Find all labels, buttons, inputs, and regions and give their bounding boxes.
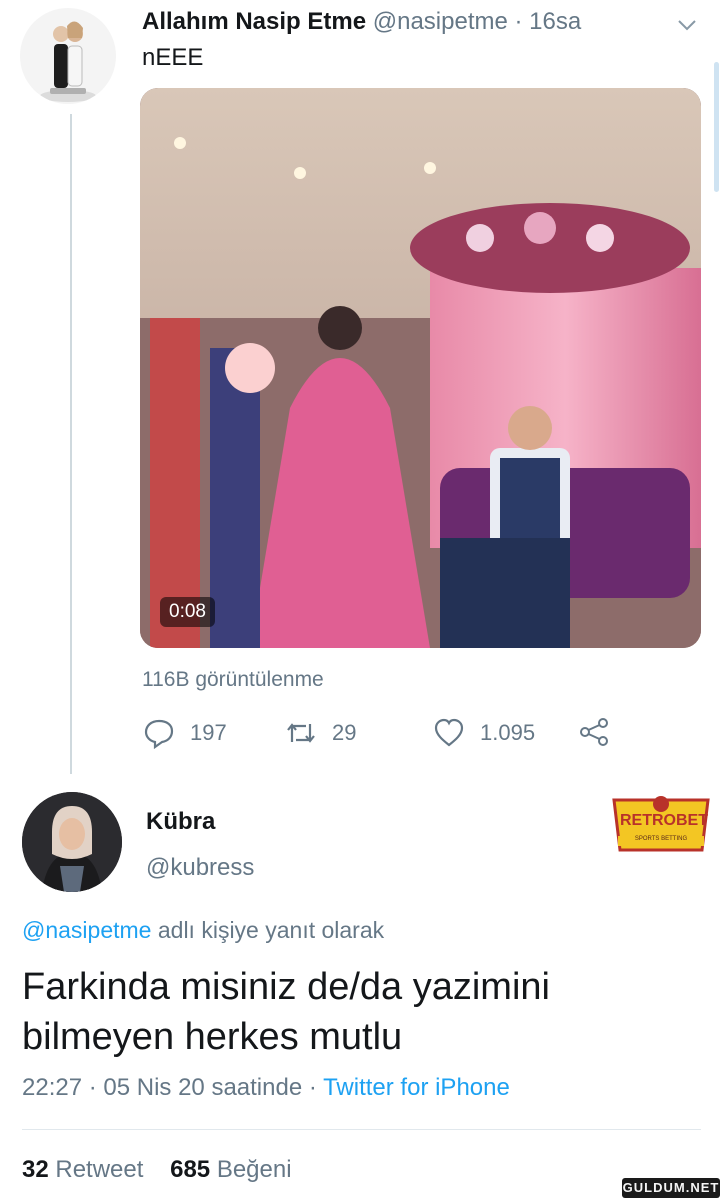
retrobet-brand: RETROBET bbox=[620, 812, 708, 829]
share-button[interactable] bbox=[578, 716, 610, 748]
heart-icon bbox=[434, 718, 464, 747]
video-thumbnail bbox=[140, 88, 701, 648]
retrobet-logo: RETROBET SPORTS BETTING bbox=[606, 792, 716, 858]
author-avatar[interactable] bbox=[20, 8, 116, 104]
likes-count: 685 bbox=[170, 1156, 211, 1183]
retweets-label: Retweet bbox=[55, 1156, 144, 1183]
tweet-source[interactable]: Twitter for iPhone bbox=[323, 1074, 510, 1101]
view-count: 116B görüntülenme bbox=[142, 668, 324, 691]
video-duration: 0:08 bbox=[160, 597, 215, 627]
like-count: 1.095 bbox=[480, 720, 536, 745]
tweet-text: nEEE bbox=[142, 44, 204, 71]
replying-to: @nasipetme adlı kişiye yanıt olarak bbox=[22, 917, 384, 944]
retweets-stat[interactable]: 32 Retweet bbox=[22, 1156, 143, 1183]
retweet-count: 29 bbox=[332, 720, 357, 745]
separator: · bbox=[507, 8, 530, 35]
reply-icon bbox=[144, 719, 174, 750]
site-watermark: GULDUM.NET bbox=[622, 1178, 720, 1198]
retweets-count: 32 bbox=[22, 1156, 49, 1183]
divider bbox=[22, 1129, 701, 1130]
likes-stat[interactable]: 685 Beğeni bbox=[170, 1156, 291, 1183]
tweet-header: Allahım Nasip Etme @nasipetme · 16sa bbox=[142, 8, 581, 36]
reply-author-handle[interactable]: @kubress bbox=[146, 854, 254, 882]
timestamp[interactable]: 22:27 · 05 Nis 20 saatinde · bbox=[22, 1074, 323, 1101]
time-ago[interactable]: 16sa bbox=[529, 8, 581, 35]
likes-label: Beğeni bbox=[216, 1156, 292, 1183]
reply-author-avatar[interactable] bbox=[22, 792, 122, 892]
retrobet-tagline: SPORTS BETTING bbox=[634, 836, 688, 842]
reply-text: Farkinda misiniz de/da yazimini bilmeyen… bbox=[22, 966, 550, 1058]
scrollbar[interactable] bbox=[714, 62, 719, 192]
reply-author-name[interactable]: Kübra bbox=[146, 808, 215, 836]
reply-count: 197 bbox=[190, 720, 227, 745]
video-player[interactable] bbox=[140, 88, 701, 648]
author-handle[interactable]: @nasipetme bbox=[373, 8, 508, 35]
retweet-icon bbox=[287, 723, 315, 743]
tweet-meta: 22:27 · 05 Nis 20 saatinde · Twitter for… bbox=[22, 1074, 510, 1102]
retweet-button[interactable]: 29 bbox=[284, 716, 356, 750]
thread-line bbox=[70, 114, 72, 774]
like-button[interactable]: 1.095 bbox=[432, 716, 535, 750]
replying-to-handle[interactable]: @nasipetme bbox=[22, 917, 151, 943]
replying-to-suffix: adlı kişiye yanıt olarak bbox=[151, 917, 385, 943]
chevron-down-icon[interactable] bbox=[676, 14, 698, 36]
share-icon bbox=[580, 718, 608, 746]
reply-button[interactable]: 197 bbox=[142, 716, 227, 750]
engagement-stats: 32 Retweet 685 Beğeni bbox=[22, 1156, 292, 1184]
author-name[interactable]: Allahım Nasip Etme bbox=[142, 8, 366, 35]
